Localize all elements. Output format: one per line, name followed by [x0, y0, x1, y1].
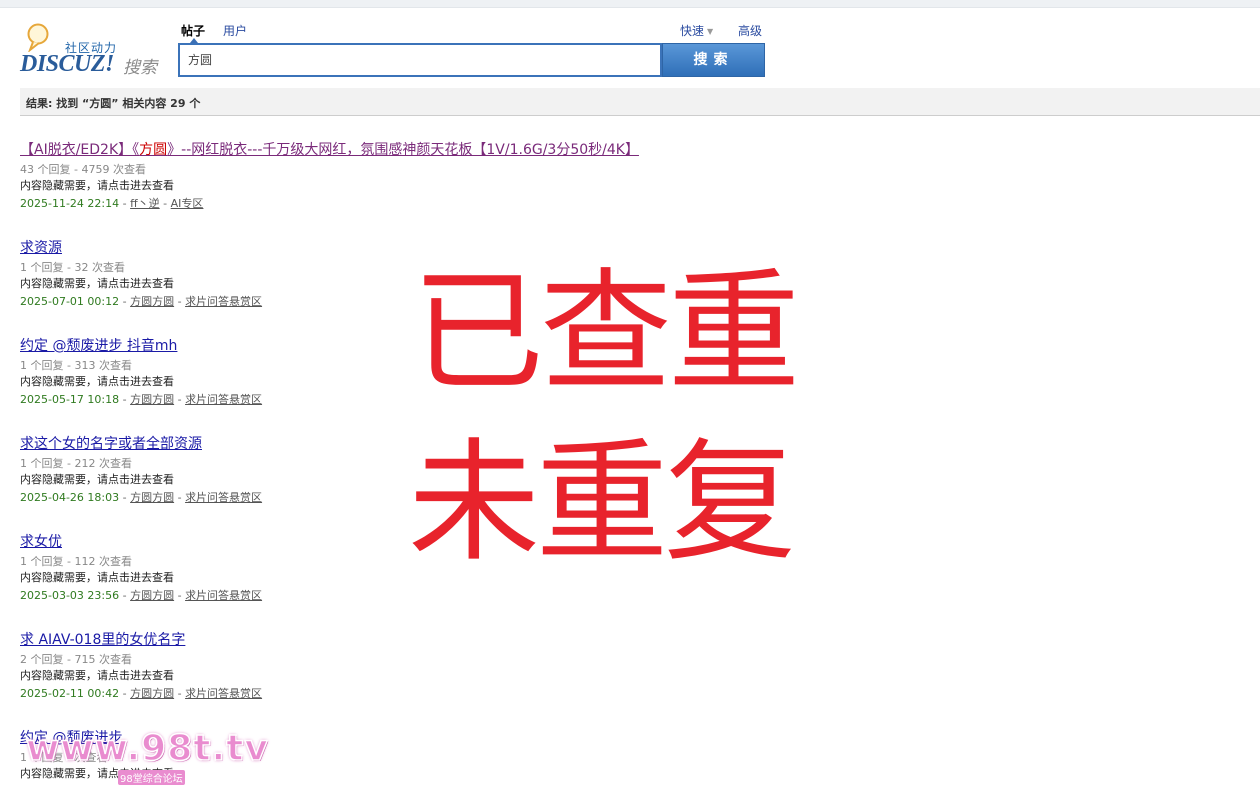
- result-author-link[interactable]: 方圆方圆: [130, 687, 174, 700]
- logo-brand: DISCUZ!: [20, 51, 114, 77]
- list-item: 求 AIAV-018里的女优名字 2 个回复 - 715 次查看 内容隐藏需要，…: [20, 629, 1020, 702]
- result-forum-link[interactable]: 求片问答悬赏区: [185, 295, 262, 308]
- logo-search-label: 搜索: [123, 58, 157, 78]
- speech-bubble-icon: [27, 23, 49, 52]
- result-meta: 2025-11-24 22:14 - ff丶逆 - AI专区: [20, 197, 204, 210]
- watermark-subtitle: 98堂综合论坛: [118, 770, 185, 785]
- keyword-highlight: 方圆: [139, 142, 168, 158]
- tab-users[interactable]: 用户: [223, 22, 247, 39]
- result-author-link[interactable]: ff丶逆: [130, 197, 160, 210]
- tab-posts[interactable]: 帖子: [181, 22, 205, 39]
- result-meta: 2025-03-03 23:56 - 方圆方圆 - 求片问答悬赏区: [20, 589, 263, 602]
- quick-search-dropdown[interactable]: 快速 ▼: [680, 22, 713, 39]
- result-forum-link[interactable]: AI专区: [171, 197, 204, 210]
- result-stats: 2 个回复 - 715 次查看: [20, 653, 132, 666]
- chevron-down-icon: ▼: [707, 27, 714, 36]
- result-date: 2025-04-26 18:03: [20, 491, 120, 504]
- result-date: 2025-05-17 10:18: [20, 393, 120, 406]
- search-button[interactable]: 搜索: [662, 43, 765, 77]
- result-date: 2025-02-11 00:42: [20, 687, 120, 700]
- result-date: 2025-11-24 22:14: [20, 197, 120, 210]
- result-date: 2025-03-03 23:56: [20, 589, 120, 602]
- site-watermark: www.98t.tv: [25, 727, 269, 770]
- result-forum-link[interactable]: 求片问答悬赏区: [185, 589, 262, 602]
- result-author-link[interactable]: 方圆方圆: [130, 393, 174, 406]
- result-date: 2025-07-01 00:12: [20, 295, 120, 308]
- result-title-link[interactable]: 求 AIAV-018里的女优名字: [20, 629, 1020, 649]
- result-author-link[interactable]: 方圆方圆: [130, 589, 174, 602]
- result-title-link[interactable]: 【AI脱衣/ED2K】《方圆》--网红脱衣---千万级大网红，氛围感神颜天花板【…: [20, 139, 1020, 159]
- result-forum-link[interactable]: 求片问答悬赏区: [185, 491, 262, 504]
- results-summary: 结果: 找到 “方圆” 相关内容 29 个: [26, 97, 201, 110]
- search-box: [178, 43, 662, 77]
- result-author-link[interactable]: 方圆方圆: [130, 295, 174, 308]
- result-title-link[interactable]: 求资源: [20, 237, 1020, 257]
- result-forum-link[interactable]: 求片问答悬赏区: [185, 393, 262, 406]
- results-summary-bar: 结果: 找到 “方圆” 相关内容 29 个: [20, 88, 1260, 116]
- result-author-link[interactable]: 方圆方圆: [130, 491, 174, 504]
- quick-search-label: 快速: [680, 24, 705, 38]
- stamp-checked: 已查重: [412, 256, 800, 410]
- top-strip: [0, 0, 1260, 8]
- list-item: 【AI脱衣/ED2K】《方圆》--网红脱衣---千万级大网红，氛围感神颜天花板【…: [20, 139, 1020, 212]
- discuz-logo[interactable]: 社区动力 DISCUZ! 搜索: [20, 22, 165, 78]
- search-input[interactable]: [188, 45, 658, 73]
- advanced-search-link[interactable]: 高级: [738, 22, 762, 39]
- stamp-not-duplicate: 未重复: [408, 426, 796, 580]
- result-stats: 43 个回复 - 4759 次查看: [20, 163, 146, 176]
- result-forum-link[interactable]: 求片问答悬赏区: [185, 687, 262, 700]
- result-hidden-notice: 内容隐藏需要，请点击进去查看: [20, 669, 174, 682]
- result-meta: 2025-02-11 00:42 - 方圆方圆 - 求片问答悬赏区: [20, 687, 263, 700]
- result-hidden-notice: 内容隐藏需要，请点击进去查看: [20, 179, 174, 192]
